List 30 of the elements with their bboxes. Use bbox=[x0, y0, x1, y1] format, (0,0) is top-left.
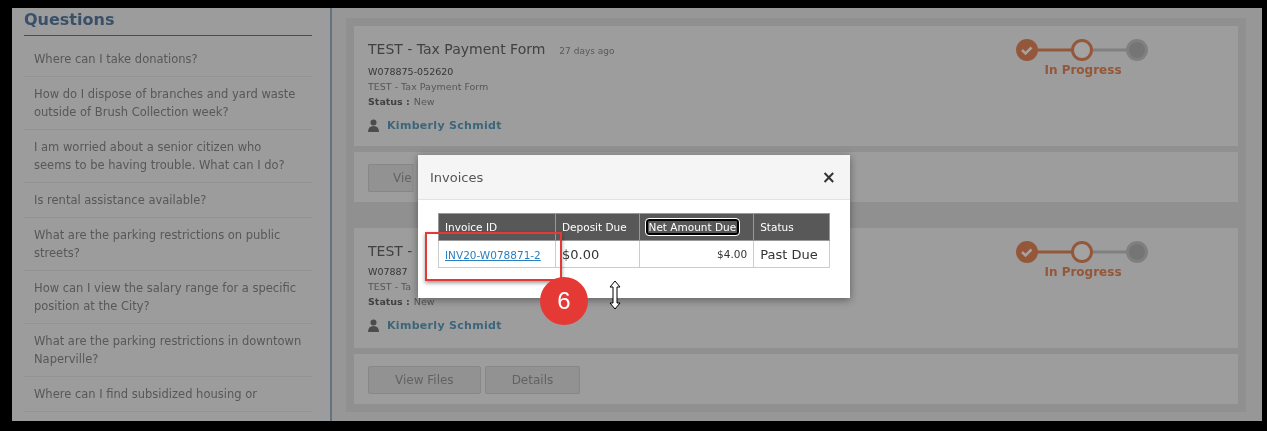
person-icon bbox=[368, 319, 379, 332]
column-header[interactable]: Status bbox=[753, 213, 830, 241]
request-description: TEST - Tax Payment Form bbox=[368, 80, 490, 94]
status-value: New bbox=[413, 95, 435, 109]
request-age: 27 days ago bbox=[559, 45, 615, 58]
status-label: Status : bbox=[368, 95, 410, 109]
column-header[interactable]: Invoice ID bbox=[438, 213, 556, 241]
question-link[interactable]: How can I view the salary range for a specific position at the City? bbox=[24, 271, 312, 324]
question-link[interactable]: Is rental assistance available? bbox=[24, 183, 312, 218]
question-link[interactable]: What are the parking restrictions on public streets? bbox=[24, 218, 312, 271]
table-cell: $4.00 bbox=[639, 240, 754, 268]
column-header[interactable]: Net Amount Due bbox=[639, 213, 754, 241]
progress-label: In Progress bbox=[1044, 63, 1122, 77]
question-link[interactable]: What are the parking restrictions in downtown Naperville? bbox=[24, 324, 312, 377]
table-cell: Past Due bbox=[753, 240, 830, 268]
request-number: W078875-052620 bbox=[368, 65, 455, 79]
assignee-link[interactable]: Kimberly Schmidt bbox=[387, 319, 502, 332]
assignee-link[interactable]: Kimberly Schmidt bbox=[387, 119, 502, 132]
question-link[interactable]: How do I dispose of branches and yard waste outside of Brush Collection week? bbox=[24, 77, 312, 130]
sidebar-title: Questions bbox=[24, 10, 312, 36]
request-title: TEST - Tax Payment Form bbox=[368, 40, 546, 59]
progress-label: In Progress bbox=[1044, 265, 1122, 279]
request-description: TEST - Ta bbox=[368, 280, 413, 294]
request-number: W07887 bbox=[368, 265, 409, 279]
request-title: TEST - bbox=[368, 242, 413, 261]
status-value: New bbox=[413, 295, 435, 309]
dialog-title: Invoices bbox=[430, 169, 484, 185]
status-label: Status : bbox=[368, 295, 410, 309]
person-icon bbox=[368, 119, 379, 132]
column-header[interactable]: Deposit Due bbox=[555, 213, 640, 241]
